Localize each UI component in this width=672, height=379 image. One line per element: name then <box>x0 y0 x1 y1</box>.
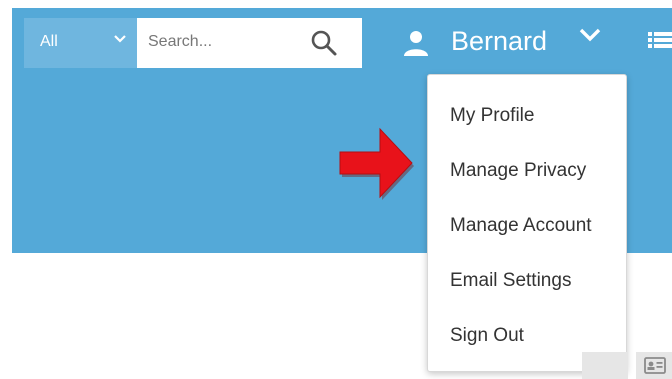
user-menu-chevron-icon[interactable] <box>578 24 602 46</box>
search-scope-label: All <box>40 33 58 50</box>
id-card-icon <box>644 357 666 374</box>
search-icon[interactable] <box>309 28 339 58</box>
search-input[interactable] <box>148 26 308 58</box>
user-dropdown-menu: My Profile Manage Privacy Manage Account… <box>427 74 627 372</box>
chevron-down-icon <box>114 35 126 43</box>
list-icon[interactable] <box>648 30 672 50</box>
corner-panel <box>582 352 628 379</box>
red-arrow-icon <box>339 127 414 200</box>
menu-item-manage-account[interactable]: Manage Account <box>428 206 626 246</box>
corner-card-button[interactable] <box>636 352 672 379</box>
menu-item-my-profile[interactable]: My Profile <box>428 96 626 136</box>
menu-item-email-settings[interactable]: Email Settings <box>428 261 626 301</box>
search-box <box>137 18 362 68</box>
user-icon[interactable] <box>401 28 431 58</box>
menu-item-sign-out[interactable]: Sign Out <box>428 316 626 356</box>
search-scope-select[interactable]: All <box>24 18 137 68</box>
user-name[interactable]: Bernard <box>451 26 547 57</box>
menu-item-manage-privacy[interactable]: Manage Privacy <box>428 151 626 191</box>
